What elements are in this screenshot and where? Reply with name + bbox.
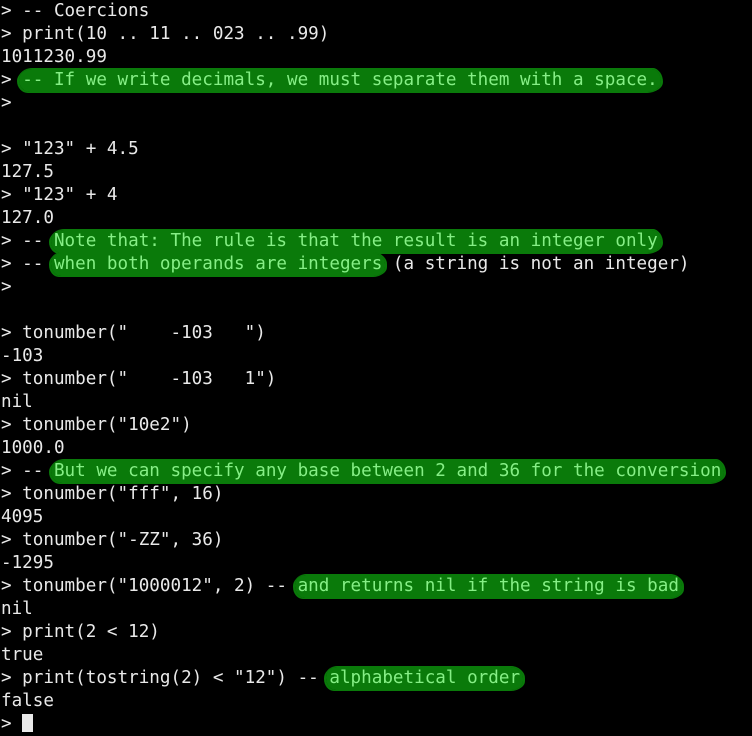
line-text: > (1, 93, 12, 113)
terminal-line: > print(10 .. 11 .. 023 .. .99) (0, 23, 752, 46)
line-text: true (1, 645, 44, 665)
terminal-line: > "123" + 4.5 (0, 138, 752, 161)
line-text: 1000.0 (1, 438, 65, 458)
line-text: > tonumber("-ZZ", 36) (1, 530, 224, 550)
highlighted-comment: alphabetical order (326, 667, 524, 690)
terminal-line: 4095 (0, 506, 752, 529)
line-text: -1295 (1, 553, 54, 573)
line-text-prefix: > -- (1, 254, 54, 274)
terminal-line: > tonumber("1000012", 2) -- and returns … (0, 575, 752, 598)
terminal-line: nil (0, 391, 752, 414)
terminal-line: > -- But we can specify any base between… (0, 460, 752, 483)
terminal-line: true (0, 644, 752, 667)
line-text: false (1, 691, 54, 711)
terminal-line: > -- Note that: The rule is that the res… (0, 230, 752, 253)
terminal-line: 127.5 (0, 161, 752, 184)
terminal-line: false (0, 690, 752, 713)
line-text: > tonumber(" -103 ") (1, 323, 266, 343)
terminal-line: > -- when both operands are integers (a … (0, 253, 752, 276)
line-text-prefix: > -- (1, 231, 54, 251)
terminal-line: > print(2 < 12) (0, 621, 752, 644)
terminal-line: > tonumber("-ZZ", 36) (0, 529, 752, 552)
line-text: > -- Coercions (1, 1, 150, 21)
terminal-line: > tonumber("10e2") (0, 414, 752, 437)
terminal-line: > -- Coercions (0, 0, 752, 23)
line-text: nil (1, 392, 33, 412)
terminal-line: > (0, 92, 752, 115)
line-text-prefix: > tonumber("1000012", 2) -- (1, 576, 298, 596)
terminal-line: > (0, 276, 752, 299)
terminal-output: > -- Coercions > print(10 .. 11 .. 023 ..… (0, 0, 752, 736)
line-text: > tonumber("fff", 16) (1, 484, 224, 504)
line-text-prefix: > print(tostring(2) < "12") -- (1, 668, 330, 688)
terminal-window[interactable]: > -- Coercions > print(10 .. 11 .. 023 ..… (0, 0, 752, 734)
highlighted-comment: Note that: The rule is that the result i… (50, 230, 661, 253)
highlighted-comment: -- If we write decimals, we must separat… (19, 69, 661, 92)
terminal-line: > tonumber("fff", 16) (0, 483, 752, 506)
terminal-line: > "123" + 4 (0, 184, 752, 207)
terminal-line: nil (0, 598, 752, 621)
line-text: 127.5 (1, 162, 54, 182)
line-text-suffix: (a string is not an integer) (382, 254, 690, 274)
terminal-line: > tonumber(" -103 ") (0, 322, 752, 345)
terminal-line: > tonumber(" -103 1") (0, 368, 752, 391)
terminal-line: > -- If we write decimals, we must separ… (0, 69, 752, 92)
line-text: > print(2 < 12) (1, 622, 160, 642)
line-text: -103 (1, 346, 44, 366)
highlighted-comment: But we can specify any base between 2 an… (50, 460, 725, 483)
terminal-line: -1295 (0, 552, 752, 575)
line-text: nil (1, 599, 33, 619)
terminal-line: > (0, 713, 752, 736)
terminal-line: > print(tostring(2) < "12") -- alphabeti… (0, 667, 752, 690)
line-text: > tonumber(" -103 1") (1, 369, 277, 389)
line-text: > "123" + 4 (1, 185, 118, 205)
line-text-prefix: > -- (1, 461, 54, 481)
highlighted-comment: and returns nil if the string is bad (294, 575, 682, 598)
highlighted-comment: when both operands are integers (50, 253, 386, 276)
line-text: 4095 (1, 507, 44, 527)
prompt-text: > (1, 714, 23, 734)
terminal-line: -103 (0, 345, 752, 368)
text-cursor (22, 714, 34, 732)
terminal-line: 1011230.99 (0, 46, 752, 69)
line-text: 127.0 (1, 208, 54, 228)
line-text: > "123" + 4.5 (1, 139, 139, 159)
terminal-line: 127.0 (0, 207, 752, 230)
line-text: 1011230.99 (1, 47, 107, 67)
line-text: > print(10 .. 11 .. 023 .. .99) (1, 24, 330, 44)
line-text: > (1, 277, 12, 297)
terminal-line: 1000.0 (0, 437, 752, 460)
line-text: > tonumber("10e2") (1, 415, 192, 435)
